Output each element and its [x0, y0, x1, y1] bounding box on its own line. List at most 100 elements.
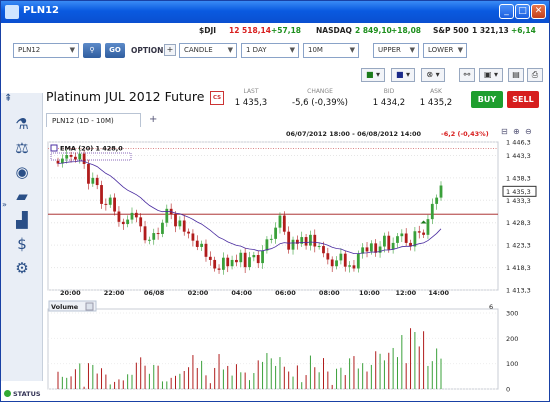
candle-body [396, 236, 399, 243]
volume-area [47, 308, 499, 390]
status-dot-icon [4, 390, 11, 397]
candle-body [87, 163, 90, 184]
x-tick-label: 08:00 [319, 289, 340, 297]
y-tick-label: 1 428,3 [506, 219, 531, 227]
candle-body [221, 257, 225, 270]
x-tick-label: 14:00 [428, 289, 449, 297]
y-tick-label: 1 446,3 [506, 139, 531, 147]
ema-toggle-icon [50, 144, 58, 152]
y-tick-label: 1 418,3 [506, 264, 531, 272]
range-change-label: -6,2 (-0,43%) [441, 130, 489, 138]
candle-body [248, 257, 251, 268]
y-tick-label: 1 438,3 [506, 174, 531, 182]
x-tick-label: 02:00 [188, 289, 209, 297]
candle-body [143, 226, 147, 241]
x-tick-label: 20:00 [60, 289, 81, 297]
candle-body [365, 247, 369, 252]
zoom-in-icon: ⊕ [513, 127, 520, 136]
candle-body [156, 233, 160, 235]
candle-body [134, 212, 138, 218]
candle-body [152, 233, 156, 240]
y-tick-label: 1 443,3 [506, 152, 531, 160]
candle-body [343, 253, 347, 267]
candle-body [113, 197, 116, 212]
candle-body [404, 233, 408, 243]
volume-label: Volume [51, 303, 79, 311]
candle-body [139, 217, 143, 227]
x-tick-label: 10:00 [359, 289, 380, 297]
candle-body [348, 265, 352, 267]
candle-body [282, 215, 286, 232]
status-label[interactable]: STATUS [13, 390, 41, 398]
candle-body [117, 211, 121, 222]
candle-body [82, 153, 86, 164]
candle-body [278, 215, 282, 228]
y-tick-label: 1 423,3 [506, 242, 531, 250]
candle-body [69, 155, 73, 157]
price-chart[interactable]: 1 446,3 1 443,3 1 438,3 1 433,3 1 428,3 1 423… [1, 1, 550, 403]
x-tick-label: 22:00 [104, 289, 125, 297]
candle-body [165, 208, 169, 223]
ema-label: EMA (20) 1 428,0 [60, 145, 123, 153]
candle-body [430, 203, 434, 220]
last-price-marker: 1 435,3 [506, 188, 531, 196]
candle-body [204, 243, 208, 257]
candle-body [400, 233, 404, 237]
candle-body [426, 219, 430, 235]
volume-close-icon [85, 302, 94, 311]
candle-body [330, 259, 334, 267]
candle-body [147, 239, 151, 241]
candle-body [161, 222, 164, 234]
volume-tick-label: 300 [506, 310, 518, 318]
volume-max-label: 6 [489, 303, 493, 311]
candle-body [383, 235, 386, 247]
candle-body [226, 257, 230, 267]
candle-body [265, 239, 269, 251]
candle-body [174, 214, 177, 227]
candle-body [243, 252, 247, 268]
x-tick-label: 06:00 [275, 289, 296, 297]
candle-body [104, 203, 108, 205]
y-tick-label: 1 413,3 [506, 287, 531, 295]
candle-body [187, 231, 190, 234]
candle-body [200, 243, 204, 247]
candle-body [335, 260, 338, 267]
candle-body [217, 268, 221, 270]
candle-body [326, 253, 330, 260]
x-tick-label: 06/08 [144, 289, 165, 297]
x-tick-label: 12:00 [396, 289, 417, 297]
candle-body [387, 235, 391, 250]
candle-body [269, 238, 273, 240]
candle-body [369, 243, 373, 252]
candle-body [230, 259, 234, 267]
zoom-fit-icon: ⊟ [501, 127, 508, 136]
candle-body [182, 220, 186, 232]
candle-body [108, 197, 112, 205]
candle-body [352, 265, 356, 269]
candle-body [191, 233, 195, 241]
candle-body [235, 259, 238, 263]
candle-body [435, 197, 439, 204]
candle-body [178, 220, 182, 227]
x-tick-label: 04:00 [231, 289, 252, 297]
volume-tick-label: 200 [506, 335, 518, 343]
date-range-label: 06/07/2012 18:00 - 06/08/2012 14:00 [286, 130, 421, 138]
candle-body [126, 219, 130, 225]
candle-body [195, 240, 199, 247]
candle-body [91, 177, 95, 184]
candle-body [65, 155, 69, 159]
candle-body [100, 185, 103, 204]
candle-body [339, 253, 343, 261]
y-tick-label: 1 433,3 [506, 197, 531, 205]
candle-body [239, 252, 243, 263]
candle-body [322, 246, 325, 254]
candle-body [309, 234, 312, 246]
candle-body [95, 177, 99, 186]
candle-body [252, 255, 256, 258]
zoom-out-icon: ⊖ [525, 127, 532, 136]
candle-body [261, 250, 264, 264]
candle-body [74, 156, 77, 160]
candle-body [130, 212, 134, 220]
volume-tick-label: 100 [506, 360, 518, 368]
candle-body [213, 259, 217, 269]
